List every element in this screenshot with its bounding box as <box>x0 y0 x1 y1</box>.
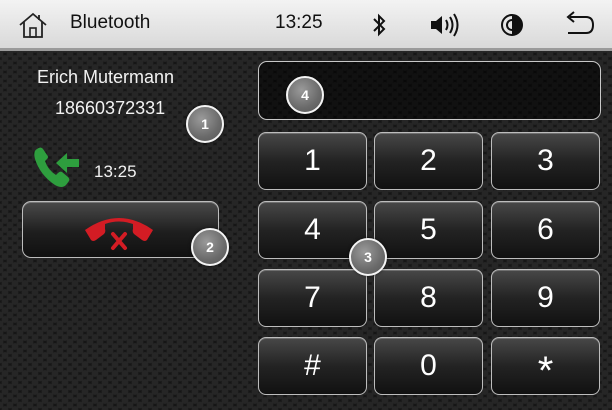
callout-marker-1: 1 <box>186 105 224 143</box>
key-2[interactable]: 2 <box>374 132 483 190</box>
end-call-icon <box>85 218 153 250</box>
key-star[interactable]: * <box>491 337 600 395</box>
end-call-button[interactable] <box>22 201 219 258</box>
app-title: Bluetooth <box>70 12 151 33</box>
key-3[interactable]: 3 <box>491 132 600 190</box>
call-time: 13:25 <box>94 162 137 181</box>
caller-number: 18660372331 <box>55 98 166 118</box>
key-1[interactable]: 1 <box>258 132 367 190</box>
home-icon[interactable] <box>18 11 48 39</box>
key-0[interactable]: 0 <box>374 337 483 395</box>
key-hash[interactable]: # <box>258 337 367 395</box>
status-bar: Bluetooth 13:25 <box>0 0 612 51</box>
volume-icon[interactable] <box>428 11 462 39</box>
callout-marker-3: 3 <box>349 238 387 276</box>
back-icon[interactable] <box>562 11 596 39</box>
status-clock: 13:25 <box>275 12 323 33</box>
brightness-icon[interactable] <box>499 11 525 39</box>
callout-marker-4: 4 <box>286 76 324 114</box>
key-7[interactable]: 7 <box>258 269 367 327</box>
bluetooth-icon[interactable] <box>371 11 387 39</box>
key-5[interactable]: 5 <box>374 201 483 259</box>
callout-marker-2: 2 <box>191 228 229 266</box>
bluetooth-call-screen: Bluetooth 13:25 Erich Mutermann 18660372… <box>0 0 612 410</box>
key-8[interactable]: 8 <box>374 269 483 327</box>
dial-keypad: 1 2 3 4 5 6 7 8 9 # 0 * <box>258 132 601 397</box>
key-6[interactable]: 6 <box>491 201 600 259</box>
incoming-call-icon <box>34 147 79 187</box>
key-9[interactable]: 9 <box>491 269 600 327</box>
caller-name: Erich Mutermann <box>37 67 175 87</box>
